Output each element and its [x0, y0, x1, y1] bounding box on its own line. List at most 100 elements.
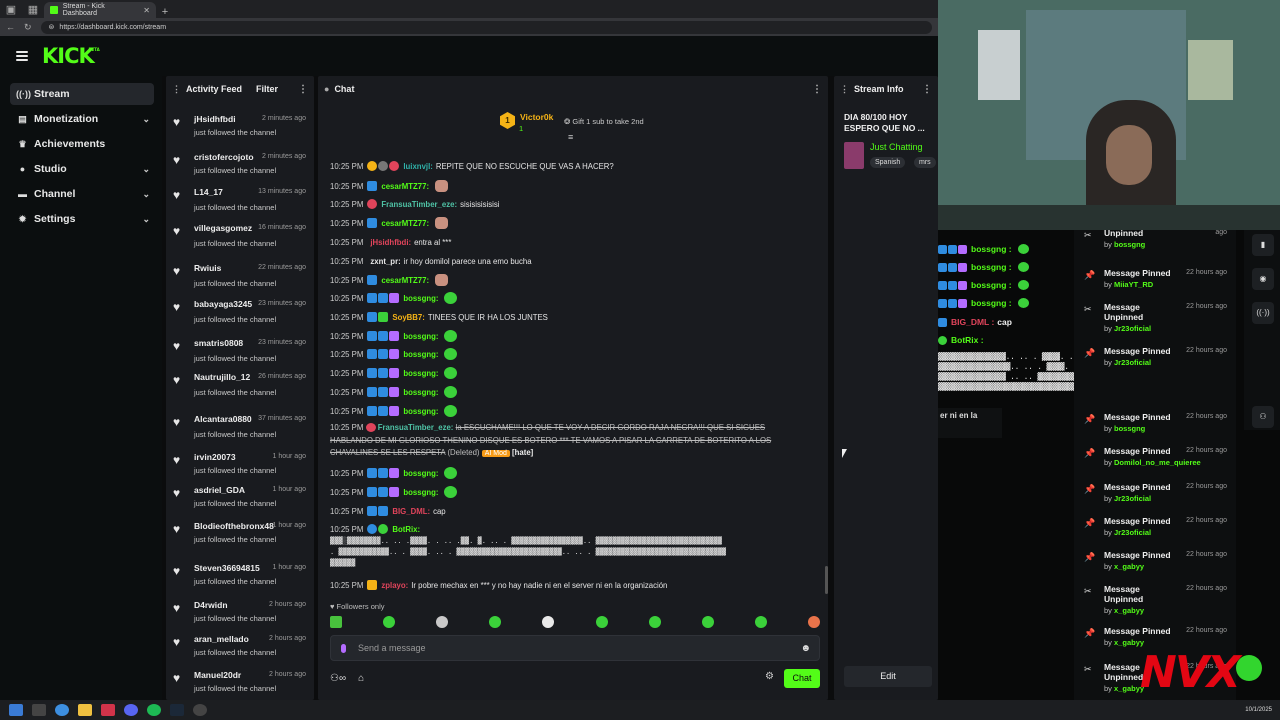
- activity-item[interactable]: ♥ smatris0808 just followed the channel 23 …: [166, 334, 314, 370]
- activity-item[interactable]: ♥ villegasgomez just followed the channel 1…: [166, 219, 314, 255]
- message-user[interactable]: SoyBB7:: [392, 313, 425, 322]
- activity-user[interactable]: D4rwidn: [194, 600, 228, 610]
- browser-tab[interactable]: Stream - Kick Dashboard ✕: [44, 2, 156, 18]
- activity-item[interactable]: ♥ Manuel20dr just followed the channel 2 ho…: [166, 666, 314, 700]
- message-user[interactable]: bossgng:: [403, 407, 438, 416]
- sidebar-item-achievements[interactable]: ♛ Achievements: [10, 133, 154, 155]
- activity-user[interactable]: Nautrujillo_12: [194, 372, 250, 382]
- emote-icon[interactable]: [436, 616, 449, 628]
- activity-item[interactable]: ♥ aran_mellado just followed the channel 2 …: [166, 630, 314, 666]
- more-options-icon[interactable]: ⋮: [812, 84, 822, 95]
- microphone-icon[interactable]: [341, 643, 346, 653]
- more-options-icon[interactable]: ⋮: [922, 84, 932, 95]
- message-user[interactable]: bossgng:: [403, 350, 438, 359]
- message-user[interactable]: BotRix:: [392, 525, 420, 534]
- emote-icon[interactable]: [648, 616, 661, 628]
- sidebar-item-channel[interactable]: ▬ Channel ⌄: [10, 183, 154, 205]
- message-user[interactable]: bossgng:: [403, 369, 438, 378]
- message-user[interactable]: cesarMTZ77:: [381, 276, 429, 285]
- store-icon[interactable]: ⌂: [358, 673, 364, 684]
- emote-icon[interactable]: [595, 616, 608, 628]
- message-user[interactable]: cesarMTZ77:: [381, 219, 429, 228]
- dock-icon-2[interactable]: ◉: [1252, 268, 1274, 290]
- reload-icon[interactable]: ↻: [24, 22, 32, 33]
- dock-icon-3[interactable]: ((·)): [1252, 302, 1274, 324]
- system-tray[interactable]: 10/1/2025: [1245, 707, 1272, 714]
- activity-item[interactable]: ♥ Nautrujillo_12 just followed the channel…: [166, 368, 314, 404]
- sidebar-item-monetization[interactable]: ▤ Monetization ⌄: [10, 108, 154, 130]
- activity-user[interactable]: jHsidhfbdi: [194, 114, 236, 124]
- activity-user[interactable]: cristofercojoto: [194, 152, 254, 162]
- activity-item[interactable]: ♥ cristofercojoto just followed the channe…: [166, 148, 314, 184]
- message-user[interactable]: zplayo:: [381, 581, 408, 590]
- activity-user[interactable]: L14_17: [194, 187, 223, 197]
- more-options-icon[interactable]: ⋮: [298, 84, 308, 95]
- taskbar-app-icon[interactable]: [32, 704, 46, 716]
- activity-user[interactable]: asdriel_GDA: [194, 485, 245, 495]
- activity-user[interactable]: babayaga3245: [194, 299, 252, 309]
- message-user[interactable]: bossgng:: [403, 388, 438, 397]
- taskbar-app-icon[interactable]: [101, 704, 115, 716]
- url-field[interactable]: ⊜ https://dashboard.kick.com/stream: [40, 20, 932, 34]
- activity-user[interactable]: Manuel20dr: [194, 670, 241, 680]
- activity-item[interactable]: ♥ jHsidhfbdi just followed the channel 2 mi…: [166, 110, 314, 146]
- folder-icon[interactable]: [78, 704, 92, 716]
- close-tab-icon[interactable]: ✕: [143, 6, 150, 15]
- discord-icon[interactable]: [124, 704, 138, 716]
- dock-icon-1[interactable]: ▮: [1252, 234, 1274, 256]
- activity-user[interactable]: Rwiuis: [194, 263, 221, 273]
- emote-icon[interactable]: [330, 616, 342, 628]
- chrome-icon[interactable]: [55, 704, 69, 716]
- dock-icon-4[interactable]: ⚇: [1252, 406, 1274, 428]
- back-icon[interactable]: ←: [6, 22, 15, 32]
- activity-user[interactable]: Steven36694815: [194, 563, 260, 573]
- message-user[interactable]: bossgng:: [403, 332, 438, 341]
- site-info-icon[interactable]: ⊜: [49, 23, 55, 31]
- chat-scrollbar[interactable]: [825, 566, 828, 594]
- sidebar-item-studio[interactable]: ● Studio ⌄: [10, 158, 154, 180]
- activity-item[interactable]: ♥ asdriel_GDA just followed the channel 1 h…: [166, 481, 314, 517]
- emote-icon[interactable]: [542, 616, 555, 628]
- message-user[interactable]: BIG_DML:: [392, 507, 430, 516]
- kick-logo[interactable]: KICK BETA: [42, 44, 100, 68]
- message-user[interactable]: FransuaTimber_eze:: [381, 200, 457, 209]
- collapse-chevron-icon[interactable]: ≡: [568, 132, 573, 142]
- activity-user[interactable]: Alcantara0880: [194, 414, 252, 424]
- activity-item[interactable]: ♥ L14_17 just followed the channel 13 minut…: [166, 183, 314, 219]
- chat-settings-icon[interactable]: ⚙: [765, 671, 774, 682]
- activity-user[interactable]: irvin20073: [194, 452, 236, 462]
- leaderboard-user[interactable]: Victor0k: [520, 112, 553, 122]
- emote-icon[interactable]: [754, 616, 767, 628]
- obs-icon[interactable]: [193, 704, 207, 716]
- emote-icon[interactable]: [701, 616, 714, 628]
- activity-item[interactable]: ♥ Rwiuis just followed the channel 22 minut…: [166, 259, 314, 295]
- message-user[interactable]: cesarMTZ77:: [381, 182, 429, 191]
- drag-handle-icon[interactable]: ⋮: [840, 84, 849, 95]
- activity-item[interactable]: ♥ Blodieofthebronx48 just followed the cha…: [166, 517, 314, 553]
- infinity-icon[interactable]: ⚇∞: [330, 673, 346, 684]
- message-user[interactable]: bossgng:: [403, 488, 438, 497]
- message-user[interactable]: bossgng:: [403, 294, 438, 303]
- activity-user[interactable]: smatris0808: [194, 338, 243, 348]
- filter-button[interactable]: Filter: [256, 84, 278, 94]
- activity-user[interactable]: aran_mellado: [194, 634, 249, 644]
- steam-icon[interactable]: [170, 704, 184, 716]
- message-user[interactable]: zxnt_pr:: [370, 257, 400, 266]
- spotify-icon[interactable]: [147, 704, 161, 716]
- message-input[interactable]: Send a message ☻: [330, 635, 820, 661]
- gift-sub-prompt[interactable]: ❂ Gift 1 sub to take 2nd: [564, 117, 644, 126]
- activity-item[interactable]: ♥ Steven36694815 just followed the channel…: [166, 559, 314, 595]
- emote-icon[interactable]: [383, 616, 396, 628]
- activity-item[interactable]: ♥ D4rwidn just followed the channel 2 hours…: [166, 596, 314, 632]
- new-tab-button[interactable]: +: [156, 6, 174, 18]
- sidebar-item-settings[interactable]: ✹ Settings ⌄: [10, 208, 154, 230]
- edit-stream-info-button[interactable]: Edit: [844, 666, 932, 687]
- activity-item[interactable]: ♥ irvin20073 just followed the channel 1 ho…: [166, 448, 314, 484]
- window-menu-icon[interactable]: ▣: [0, 0, 22, 18]
- send-chat-button[interactable]: Chat: [784, 669, 820, 688]
- category-name[interactable]: Just Chatting: [870, 142, 923, 152]
- message-user[interactable]: jHsidhfbdi:: [370, 238, 411, 247]
- start-icon[interactable]: [9, 704, 23, 716]
- emote-icon[interactable]: [489, 616, 502, 628]
- activity-user[interactable]: villegasgomez: [194, 223, 252, 233]
